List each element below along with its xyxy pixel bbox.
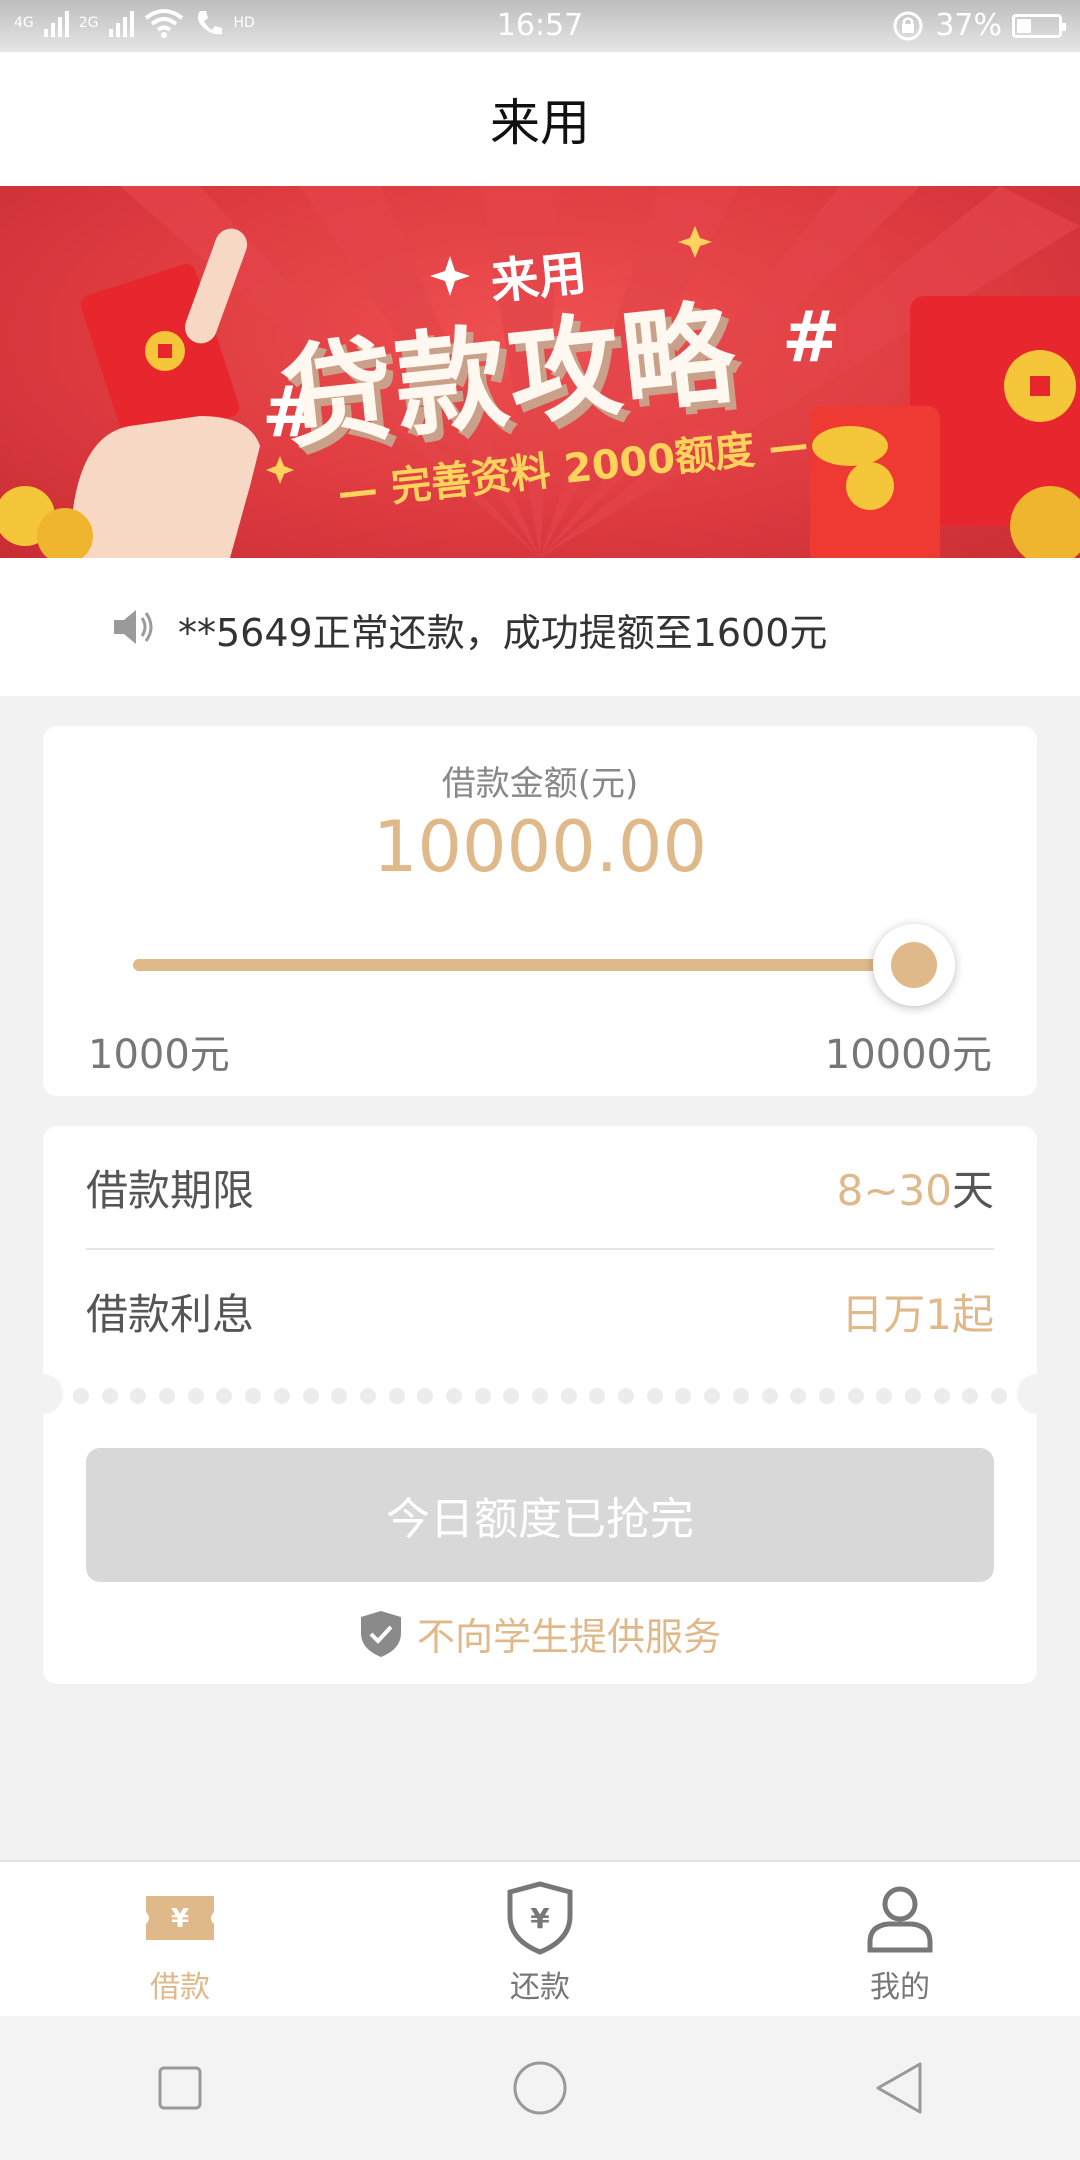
svg-text:¥: ¥ — [171, 1904, 189, 1934]
svg-text:¥: ¥ — [530, 1902, 550, 1935]
bottom-tab-bar: ¥ 借款 ¥ 还款 我的 — [0, 1860, 1080, 2016]
apply-button[interactable]: 今日额度已抢完 — [86, 1448, 994, 1582]
ticket-notch-right — [1017, 1374, 1057, 1414]
notice-text: **5649正常还款，成功提额至1600元 — [178, 611, 828, 655]
app-header: 来用 — [0, 52, 1080, 186]
amount-max-label: 10000元 — [824, 1032, 992, 1078]
loan-period-unit: 天 — [951, 1165, 994, 1215]
amount-min-label: 1000元 — [88, 1032, 230, 1078]
status-right: 37% — [891, 8, 1066, 43]
tab-mine[interactable]: 我的 — [720, 1862, 1080, 2016]
dotted-divider — [73, 1386, 1007, 1406]
tab-borrow-label: 借款 — [150, 1970, 210, 2005]
loan-period-value: 8~30天 — [837, 1157, 994, 1218]
ticket-notch-left — [23, 1374, 63, 1414]
loan-period-row: 借款期限 8~30天 — [86, 1126, 994, 1250]
tab-borrow[interactable]: ¥ 借款 — [0, 1862, 360, 2016]
student-tip: 不向学生提供服务 — [43, 1606, 1037, 1661]
tab-repay-label: 还款 — [510, 1970, 570, 2005]
rotation-lock-icon — [893, 11, 923, 40]
amount-slider-thumb[interactable] — [873, 924, 955, 1006]
speaker-icon — [114, 610, 153, 644]
back-triangle-icon[interactable] — [870, 2058, 930, 2118]
banner-text: 来用 # 贷款攻略 # — 完善资料 2000额度 — — [0, 186, 1080, 558]
person-icon — [867, 1886, 933, 1953]
tab-mine-label: 我的 — [870, 1970, 930, 2005]
loan-amount-value: 10000.00 — [372, 806, 707, 888]
loan-interest-label: 借款利息 — [86, 1289, 255, 1339]
notice-bar: **5649正常还款，成功提额至1600元 — [0, 558, 1080, 696]
tab-repay[interactable]: ¥ 还款 — [360, 1862, 720, 2016]
square-icon[interactable] — [150, 2058, 210, 2118]
circle-icon[interactable] — [510, 2058, 570, 2118]
loan-interest-row: 借款利息 日万1起 — [86, 1250, 994, 1372]
shield-check-icon — [360, 1610, 401, 1657]
ticket-yuan-icon: ¥ — [146, 1896, 214, 1940]
loan-amount-label: 借款金额(元) — [441, 764, 639, 804]
loan-terms-card: 借款期限 8~30天 借款利息 日万1起 今日额度已抢完 不向学生提供服务 — [23, 1126, 1057, 1684]
banner-hash-right: # — [782, 296, 841, 378]
status-bar: 4G 2G HD 16:57 37% — [0, 0, 1080, 52]
loan-period-label: 借款期限 — [86, 1165, 255, 1215]
loan-period-number: 8~30 — [836, 1165, 952, 1215]
page-title: 来用 — [490, 94, 590, 152]
battery-percent: 37% — [935, 8, 1002, 43]
shield-yuan-icon: ¥ — [507, 1881, 573, 1955]
amount-slider-track[interactable] — [133, 959, 945, 971]
promo-banner[interactable]: 来用 # 贷款攻略 # — 完善资料 2000额度 — — [0, 186, 1080, 558]
system-nav-bar — [0, 2016, 1080, 2160]
loan-amount-card: 借款金额(元) 10000.00 1000元 10000元 — [43, 726, 1037, 1096]
battery-icon — [1012, 13, 1066, 38]
student-tip-text: 不向学生提供服务 — [416, 1615, 721, 1659]
loan-interest-value: 日万1起 — [841, 1289, 994, 1339]
